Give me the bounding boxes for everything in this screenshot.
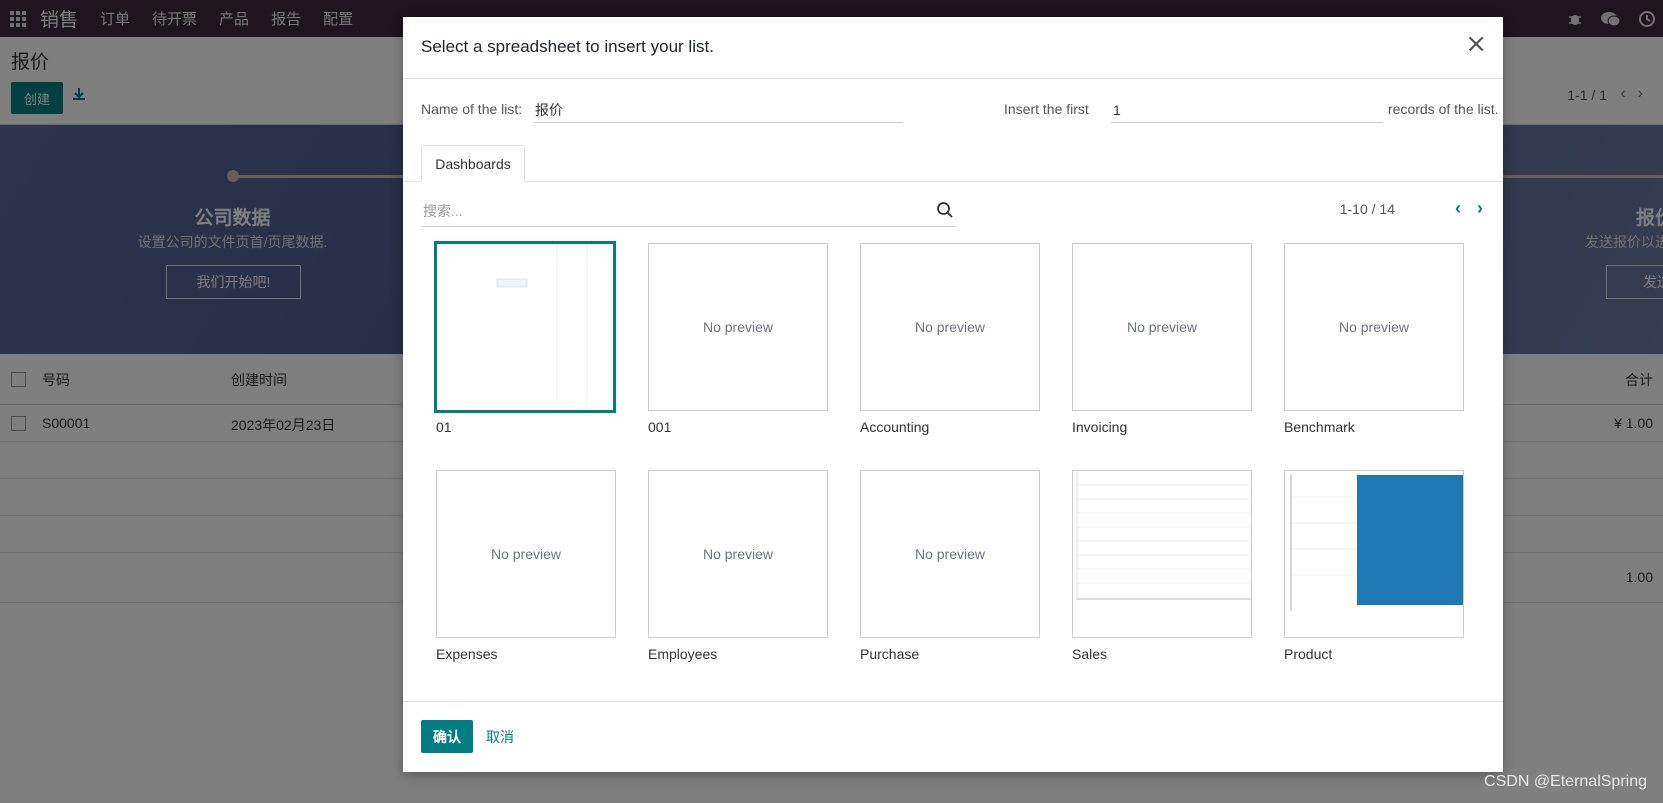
spreadsheet-name: 01	[436, 419, 452, 435]
spreadsheet-thumbnail[interactable]: No preview	[648, 470, 828, 638]
spreadsheet-name: Expenses	[436, 646, 498, 662]
spreadsheet-name: Purchase	[860, 646, 920, 662]
spreadsheet-thumbnail[interactable]: No preview	[436, 470, 616, 638]
pager-previous-icon[interactable]: ‹	[1455, 198, 1461, 219]
close-icon[interactable]: ×	[1465, 31, 1487, 57]
search-bar	[421, 197, 956, 227]
confirm-button[interactable]: 确认	[421, 720, 473, 753]
spreadsheet-name: Employees	[648, 646, 718, 662]
spreadsheet-preview-image	[1289, 475, 1463, 611]
spreadsheet-thumbnail-selected[interactable]	[434, 241, 616, 413]
spreadsheet-thumbnail[interactable]	[1072, 470, 1252, 638]
dialog-header: Select a spreadsheet to insert your list…	[403, 17, 1503, 79]
watermark: CSDN @EternalSpring	[1484, 773, 1647, 790]
list-options-row: Name of the list: Insert the first recor…	[421, 97, 1499, 123]
insert-first-label: Insert the first	[1004, 101, 1089, 117]
dialog-tabs: Dashboards	[403, 145, 1503, 182]
spreadsheet-preview-image	[1076, 471, 1251, 600]
cancel-button[interactable]: 取消	[486, 727, 514, 747]
spreadsheet-name: 001	[648, 419, 672, 435]
pager-next-icon[interactable]: ›	[1477, 198, 1483, 219]
list-name-label: Name of the list:	[421, 101, 523, 117]
dialog-pager: 1-10 / 14	[1339, 201, 1395, 217]
tab-dashboards[interactable]: Dashboards	[421, 145, 525, 182]
list-name-input[interactable]	[533, 97, 903, 123]
spreadsheet-name: Benchmark	[1284, 419, 1355, 435]
dialog-title: Select a spreadsheet to insert your list…	[421, 37, 714, 56]
spreadsheet-name: Sales	[1072, 646, 1108, 662]
spreadsheet-thumbnail[interactable]: No preview	[648, 243, 828, 411]
spreadsheet-name: Invoicing	[1072, 419, 1128, 435]
spreadsheet-name: Accounting	[860, 419, 930, 435]
insert-count-input[interactable]	[1111, 97, 1383, 123]
dialog-footer: 确认 取消	[403, 701, 1503, 772]
spreadsheet-thumbnail[interactable]	[1284, 470, 1464, 638]
spreadsheet-thumbnail[interactable]: No preview	[1284, 243, 1464, 411]
spreadsheet-thumbnail[interactable]: No preview	[860, 470, 1040, 638]
records-label: records of the list.	[1388, 101, 1499, 117]
spreadsheet-thumbnail[interactable]: No preview	[1072, 243, 1252, 411]
search-icon[interactable]	[936, 201, 954, 219]
spreadsheet-select-dialog: Select a spreadsheet to insert your list…	[403, 17, 1503, 772]
search-input[interactable]	[421, 197, 921, 225]
spreadsheet-preview-image	[496, 244, 588, 410]
spreadsheet-name: Product	[1284, 646, 1333, 662]
spreadsheet-thumbnail[interactable]: No preview	[860, 243, 1040, 411]
